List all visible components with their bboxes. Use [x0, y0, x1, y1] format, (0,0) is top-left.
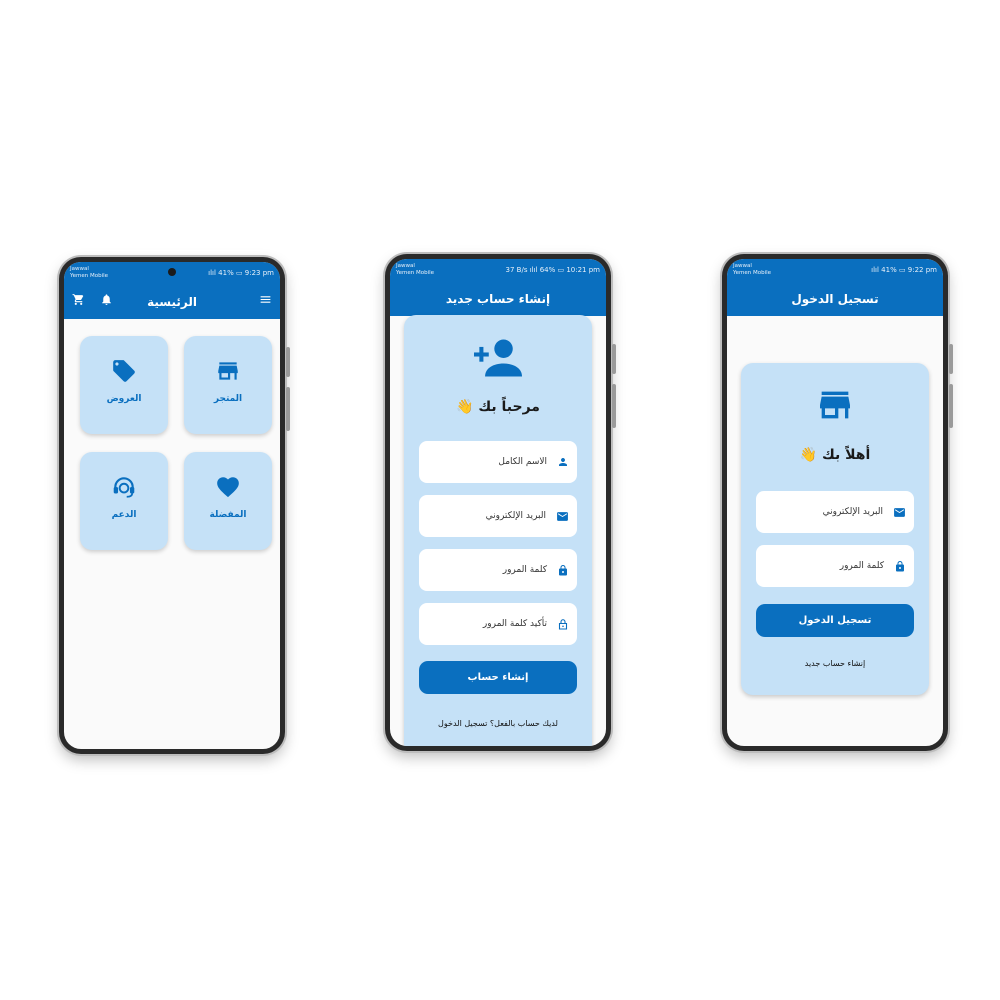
status-right: 37 B/s ılıl 64% ▭ 10:21 pm	[505, 266, 600, 274]
signup-card: مرحباً بك 👋 الاسم الكامل البريد الإلكترو…	[404, 315, 592, 746]
side-button	[612, 384, 616, 428]
tile-store-label: المتجر	[213, 394, 243, 404]
status-bar: Jawwal Yemen Mobile 37 B/s ılıl 64% ▭ 10…	[390, 259, 606, 281]
camera-notch	[168, 268, 176, 276]
login-button[interactable]: تسجيل الدخول	[756, 604, 914, 637]
full-name-input[interactable]: الاسم الكامل	[419, 441, 577, 483]
welcome-heading: مرحباً بك 👋	[456, 399, 540, 415]
side-button	[949, 344, 953, 374]
carrier-text: Jawwal Yemen Mobile	[70, 266, 109, 279]
mail-icon	[894, 507, 905, 517]
phone-signup: Jawwal Yemen Mobile 37 B/s ılıl 64% ▭ 10…	[385, 254, 616, 751]
home-screen: Jawwal Yemen Mobile ılıl 41% ▭ 9:23 pm ا…	[64, 262, 280, 749]
tile-offers[interactable]: العروض	[80, 336, 168, 434]
email-placeholder: البريد الإلكتروني	[822, 507, 883, 517]
tile-favorites[interactable]: المفضلة	[184, 452, 272, 550]
side-button	[286, 347, 290, 377]
signup-link[interactable]: إنشاء حساب جديد	[741, 659, 929, 668]
create-account-button[interactable]: إنشاء حساب	[419, 661, 577, 694]
cart-icon[interactable]	[72, 293, 85, 311]
carrier-text: Jawwal Yemen Mobile	[396, 263, 435, 276]
page-title: تسجيل الدخول	[791, 291, 879, 306]
signup-app-bar: إنشاء حساب جديد	[390, 281, 606, 316]
lock-icon	[559, 564, 567, 575]
menu-icon[interactable]	[259, 293, 272, 311]
page-title: إنشاء حساب جديد	[445, 291, 551, 306]
tile-favorites-label: المفضلة	[209, 510, 247, 520]
mail-icon	[557, 511, 568, 521]
password-placeholder: كلمة المرور	[502, 565, 547, 575]
tile-store[interactable]: المتجر	[184, 336, 272, 434]
tile-support[interactable]: الدعم	[80, 452, 168, 550]
side-button	[949, 384, 953, 428]
email-input[interactable]: البريد الإلكتروني	[756, 491, 914, 533]
headset-agent-icon	[113, 477, 135, 498]
welcome-heading: أهلاً بك 👋	[799, 447, 871, 463]
signup-screen: Jawwal Yemen Mobile 37 B/s ılıl 64% ▭ 10…	[390, 259, 606, 746]
phone-login: Jawwal Yemen Mobile ılıl 41% ▭ 9:22 pm ت…	[722, 254, 953, 751]
page-title: الرئيسية	[147, 294, 197, 309]
add-user-icon	[474, 339, 522, 377]
login-link[interactable]: لديك حساب بالفعل؟ تسجيل الدخول	[404, 719, 592, 728]
store-icon	[820, 391, 850, 419]
tile-support-label: الدعم	[111, 510, 137, 520]
password-input[interactable]: كلمة المرور	[756, 545, 914, 587]
password-placeholder: كلمة المرور	[839, 561, 884, 571]
heart-icon	[217, 477, 239, 498]
login-app-bar: تسجيل الدخول	[727, 281, 943, 316]
person-icon	[559, 458, 567, 466]
confirm-password-input[interactable]: تأكيد كلمة المرور	[419, 603, 577, 645]
status-right: ılıl 41% ▭ 9:23 pm	[208, 269, 274, 277]
password-input[interactable]: كلمة المرور	[419, 549, 577, 591]
phone-home: Jawwal Yemen Mobile ılıl 41% ▭ 9:23 pm ا…	[59, 257, 290, 754]
bell-icon[interactable]	[100, 293, 113, 311]
home-app-bar: الرئيسية	[64, 284, 280, 319]
side-button	[612, 344, 616, 374]
carrier-text: Jawwal Yemen Mobile	[733, 263, 772, 276]
store-icon	[218, 362, 238, 380]
side-button	[286, 387, 290, 431]
confirm-password-placeholder: تأكيد كلمة المرور	[482, 619, 547, 629]
login-screen: Jawwal Yemen Mobile ılıl 41% ▭ 9:22 pm ت…	[727, 259, 943, 746]
tile-offers-label: العروض	[106, 394, 142, 404]
lock-icon	[896, 560, 904, 571]
email-placeholder: البريد الإلكتروني	[485, 511, 546, 521]
login-card: أهلاً بك 👋 البريد الإلكتروني كلمة المرور…	[741, 363, 929, 695]
status-right: ılıl 41% ▭ 9:22 pm	[871, 266, 937, 274]
email-input[interactable]: البريد الإلكتروني	[419, 495, 577, 537]
lock-outline-icon	[558, 618, 568, 630]
status-bar: Jawwal Yemen Mobile ılıl 41% ▭ 9:22 pm	[727, 259, 943, 281]
tag-icon	[113, 360, 135, 382]
full-name-placeholder: الاسم الكامل	[498, 457, 547, 467]
status-bar: Jawwal Yemen Mobile ılıl 41% ▭ 9:23 pm	[64, 262, 280, 284]
